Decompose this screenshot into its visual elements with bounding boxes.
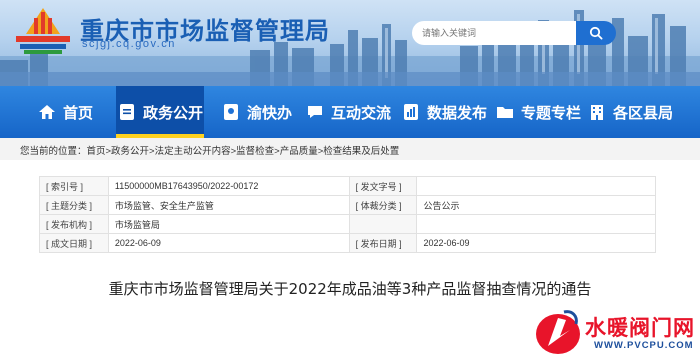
home-icon (38, 103, 56, 121)
folder-icon (496, 103, 514, 121)
watermark-url: WWW.PVCPU.COM (594, 340, 694, 351)
issuer-value: 市场监管局 (107, 214, 350, 234)
table-row: [ 索引号 ] 11500000MB17643950/2022-00172 [ … (39, 176, 656, 196)
table-row: [ 主题分类 ] 市场监管、安全生产监管 [ 体裁分类 ] 公告公示 (39, 195, 656, 215)
index-number-value: 11500000MB17643950/2022-00172 (107, 176, 350, 196)
nav-item-home[interactable]: 首页 (38, 86, 93, 138)
nav-item-government-affairs[interactable]: 政务公开 (116, 86, 204, 138)
breadcrumb-text[interactable]: 您当前的位置：首页>政务公开>法定主动公开内容>监督检查>产品质量>检查结果及后… (20, 143, 399, 157)
main-nav: 首页 政务公开 渝快办 互动交流 数据发布 专题专栏 各区县局 (0, 86, 700, 138)
nav-item-label: 政务公开 (143, 103, 204, 122)
published-date-label: [ 发布日期 ] (348, 233, 418, 253)
genre-label: [ 体裁分类 ] (348, 195, 418, 215)
document-icon (118, 103, 136, 121)
nav-item-label: 各区县局 (613, 103, 674, 122)
index-number-label: [ 索引号 ] (39, 176, 109, 196)
empty-label (348, 214, 418, 234)
created-date-label: [ 成文日期 ] (39, 233, 109, 253)
nav-item-district-bureaus[interactable]: 各区县局 (588, 86, 673, 138)
nav-item-label: 专题专栏 (521, 103, 582, 122)
watermark-text: 水暖阀门网 (585, 316, 695, 340)
site-url: scjgj.cq.gov.cn (82, 38, 176, 50)
nav-item-label: 首页 (63, 103, 94, 122)
table-row: [ 发布机构 ] 市场监管局 (39, 214, 656, 234)
nav-item-label: 渝快办 (247, 103, 293, 122)
badge-icon (222, 103, 240, 121)
nav-item-label: 互动交流 (331, 103, 392, 122)
document-title: 重庆市市场监督管理局关于2022年成品油等3种产品监督抽查情况的通告 (108, 280, 592, 298)
chat-icon (306, 103, 324, 121)
search-icon (589, 26, 603, 40)
document-number-label: [ 发文字号 ] (348, 176, 418, 196)
nav-item-interaction[interactable]: 互动交流 (306, 86, 391, 138)
table-row: [ 成文日期 ] 2022-06-09 [ 发布日期 ] 2022-06-09 (39, 233, 656, 253)
genre-value: 公告公示 (416, 195, 656, 215)
topic-value: 市场监管、安全生产监管 (107, 195, 350, 215)
issuer-label: [ 发布机构 ] (39, 214, 109, 234)
published-date-value: 2022-06-09 (416, 233, 656, 253)
nav-item-yukuaiban[interactable]: 渝快办 (222, 86, 292, 138)
building-icon (588, 103, 606, 121)
search-input[interactable] (412, 21, 576, 45)
document-number-value (416, 176, 656, 196)
nav-item-data-release[interactable]: 数据发布 (402, 86, 487, 138)
nav-item-label: 数据发布 (427, 103, 488, 122)
created-date-value: 2022-06-09 (107, 233, 350, 253)
site-header: 重庆市市场监督管理局 scjgj.cq.gov.cn (0, 0, 700, 86)
search-button[interactable] (576, 21, 616, 45)
site-logo-icon (16, 8, 70, 54)
empty-value (416, 214, 656, 234)
document-metadata-table: [ 索引号 ] 11500000MB17643950/2022-00172 [ … (39, 176, 656, 253)
nav-item-special-topics[interactable]: 专题专栏 (496, 86, 581, 138)
topic-label: [ 主题分类 ] (39, 195, 109, 215)
breadcrumb: 您当前的位置：首页>政务公开>法定主动公开内容>监督检查>产品质量>检查结果及后… (0, 138, 700, 160)
data-icon (402, 103, 420, 121)
